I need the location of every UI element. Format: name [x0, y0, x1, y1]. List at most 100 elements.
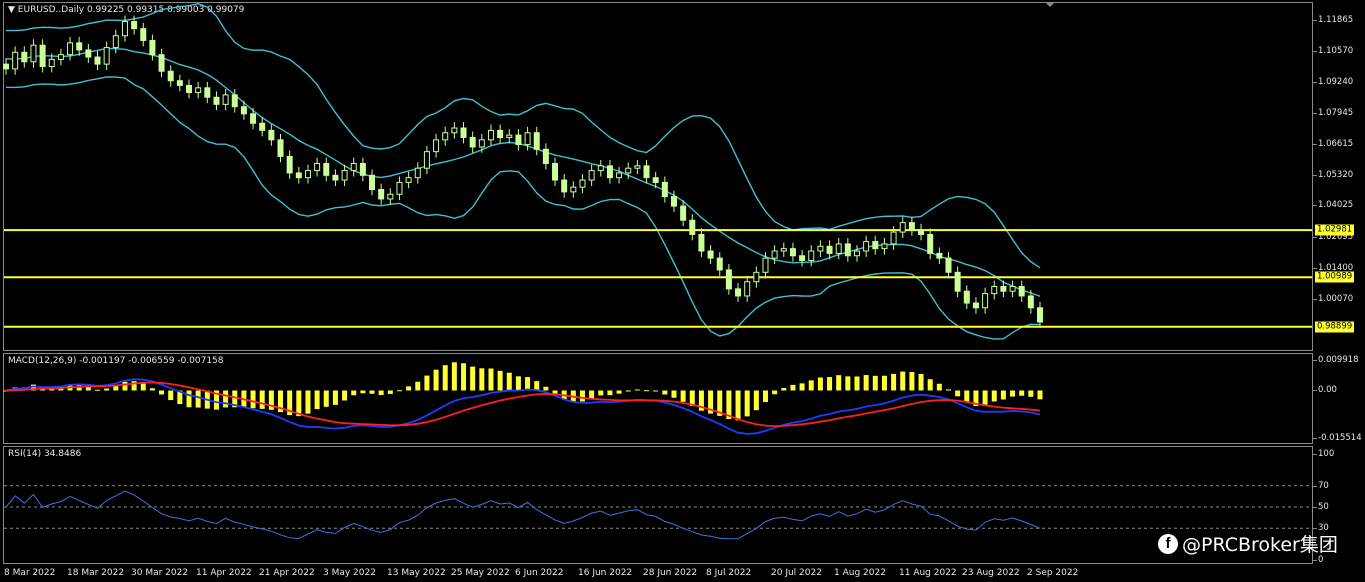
- time-axis-label[interactable]: 2 Sep 2022: [1027, 568, 1078, 578]
- candle-body: [954, 271, 961, 292]
- price-tick-mark: [1313, 205, 1317, 207]
- price-tick-mark: [1313, 236, 1317, 238]
- candle-body: [359, 162, 366, 176]
- candle-body: [304, 170, 311, 179]
- macd-histogram-bar: [891, 373, 897, 391]
- candle-body: [780, 248, 787, 252]
- time-axis-label[interactable]: 3 May 2022: [323, 568, 376, 578]
- macd-histogram-bar: [625, 390, 631, 392]
- macd-histogram-bar: [854, 376, 860, 391]
- candle-body: [478, 139, 485, 148]
- price-tick-mark: [1313, 299, 1317, 301]
- macd-histogram-bar: [991, 390, 997, 402]
- macd-histogram-bar: [799, 383, 805, 391]
- time-axis-label[interactable]: 8 Jul 2022: [706, 568, 751, 578]
- time-axis-label[interactable]: 30 Mar 2022: [131, 568, 188, 578]
- macd-histogram-bar: [543, 386, 549, 391]
- candle-body: [250, 113, 257, 124]
- macd-histogram-bar: [250, 390, 256, 409]
- candle-body: [826, 245, 833, 254]
- candle-body: [918, 229, 925, 235]
- rsi-tick-label: 70: [1318, 480, 1329, 491]
- candle-body: [213, 96, 220, 105]
- time-axis-label[interactable]: 16 Jun 2022: [578, 568, 632, 578]
- macd-histogram-bar: [415, 381, 421, 391]
- candle-body: [112, 35, 119, 49]
- candle-body: [451, 127, 458, 134]
- candle-body: [863, 241, 870, 252]
- rsi-tick-label: 50: [1318, 502, 1329, 512]
- watermark: f @PRCBroker集团: [1158, 530, 1338, 557]
- candle-body: [1000, 285, 1007, 292]
- candle-body: [725, 269, 732, 290]
- time-axis-label[interactable]: 28 Jun 2022: [643, 568, 697, 578]
- macd-histogram-bar: [442, 365, 448, 391]
- macd-histogram-bar: [616, 390, 622, 394]
- time-axis-label[interactable]: 1 Aug 2022: [834, 568, 886, 578]
- candle-body: [753, 271, 760, 283]
- candle-body: [259, 122, 266, 131]
- candle-body: [991, 285, 998, 295]
- candle-body: [67, 42, 74, 56]
- candle-body: [853, 250, 860, 257]
- macd-histogram-bar: [223, 390, 229, 408]
- macd-histogram-bar: [781, 388, 787, 391]
- candle-body: [680, 205, 687, 221]
- macd-histogram-bar: [159, 390, 165, 395]
- candle-body: [414, 167, 421, 179]
- candle-body: [3, 63, 9, 70]
- level-price-tag: 1.00989: [1315, 271, 1355, 283]
- price-tick-label: 1.00070: [1318, 294, 1354, 305]
- macd-histogram-bar: [140, 383, 146, 391]
- candle-body: [899, 222, 906, 233]
- time-axis-label[interactable]: 8 Mar 2022: [4, 568, 55, 578]
- time-axis-label[interactable]: 25 May 2022: [451, 568, 510, 578]
- time-axis-label[interactable]: 13 May 2022: [387, 568, 446, 578]
- candle-body: [350, 162, 357, 172]
- candle-body: [844, 243, 851, 257]
- rsi-tick-mark: [1313, 485, 1317, 487]
- macd-histogram-bar: [644, 390, 650, 392]
- candle-body: [524, 132, 531, 146]
- time-axis-label[interactable]: 11 Aug 2022: [899, 568, 957, 578]
- time-axis-label[interactable]: 23 Aug 2022: [962, 568, 1020, 578]
- candle-body: [158, 54, 165, 72]
- rsi-line: [5, 490, 1041, 540]
- candle-body: [1027, 295, 1034, 309]
- macd-histogram-bar: [909, 372, 915, 391]
- candle-body: [881, 243, 888, 250]
- candle-body: [643, 165, 650, 179]
- candle-body: [908, 222, 915, 231]
- time-axis-label[interactable]: 21 Apr 2022: [259, 568, 315, 578]
- macd-histogram-bar: [827, 377, 833, 391]
- macd-histogram-bar: [845, 376, 851, 391]
- macd-histogram-bar: [534, 381, 540, 391]
- price-tick-label: 1.10570: [1318, 45, 1354, 56]
- candle-body: [487, 129, 494, 141]
- time-axis-label[interactable]: 6 Jun 2022: [515, 568, 563, 578]
- price-tick-label: 1.07945: [1318, 107, 1354, 118]
- macd-histogram-bar: [900, 371, 906, 391]
- macd-tick-mark: [1313, 390, 1317, 392]
- candle-body: [332, 174, 339, 181]
- macd-histogram-bar: [488, 368, 494, 391]
- candle-body: [533, 132, 540, 150]
- candle-body: [597, 165, 604, 172]
- candle-body: [1018, 285, 1025, 297]
- macd-histogram-bar: [955, 390, 961, 397]
- candle-body: [405, 177, 412, 183]
- candle-body: [423, 151, 430, 169]
- macd-histogram-bar: [406, 386, 412, 391]
- candle-body: [808, 250, 815, 261]
- macd-histogram-bar: [387, 390, 393, 394]
- macd-histogram-bar: [790, 384, 796, 391]
- candle-body: [735, 288, 742, 297]
- candle-body: [240, 106, 247, 115]
- time-axis-label[interactable]: 11 Apr 2022: [196, 568, 252, 578]
- time-axis-label[interactable]: 20 Jul 2022: [771, 568, 822, 578]
- time-axis-label[interactable]: 18 Mar 2022: [67, 568, 124, 578]
- candle-body: [85, 49, 92, 58]
- bollinger-middle-band: [5, 47, 1041, 297]
- candle-body: [625, 167, 632, 174]
- macd-histogram-bar: [95, 389, 101, 391]
